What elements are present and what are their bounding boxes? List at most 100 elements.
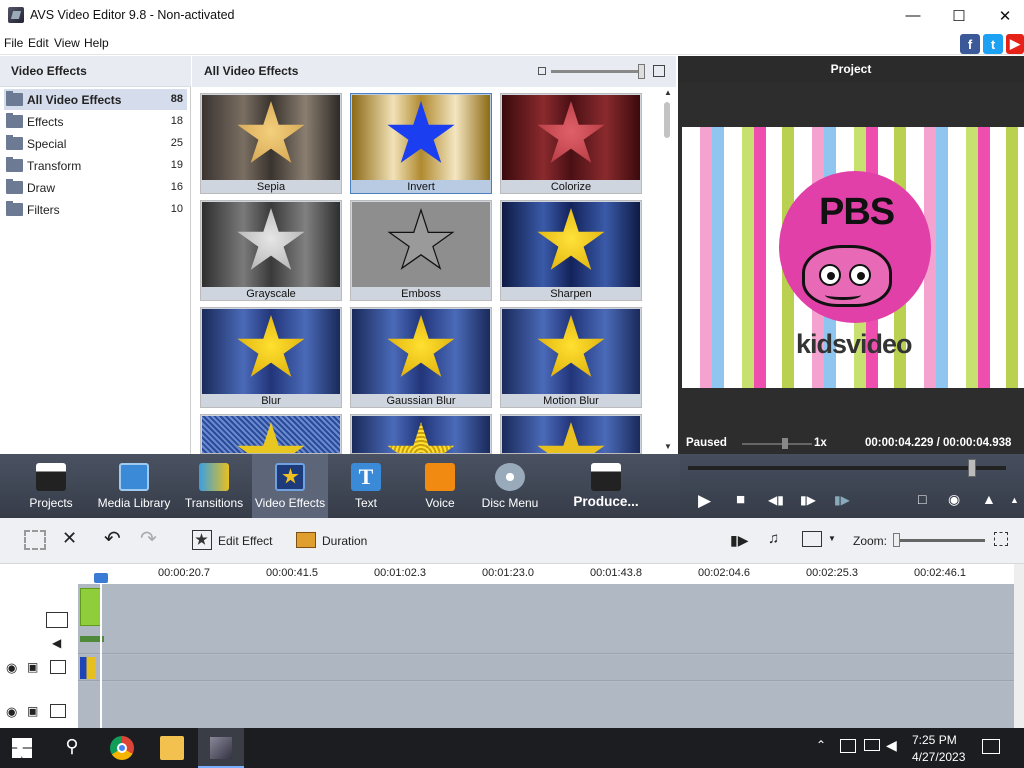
split-clip-icon[interactable]: ▮▶ [730,532,748,549]
playhead-handle[interactable] [94,573,108,583]
edit-effect-button[interactable]: Edit Effect [218,534,272,548]
category-draw[interactable]: Draw 16 [4,177,187,198]
seek-bar[interactable] [688,466,1006,470]
notifications-icon[interactable] [982,739,1000,754]
clock-time[interactable]: 7:25 PM [912,733,957,747]
lock-icon[interactable]: ▣ [27,660,38,674]
menu-file[interactable]: File [4,36,23,50]
visibility-eye-icon[interactable]: ◉ [6,704,17,720]
menu-help[interactable]: Help [84,36,109,50]
timeline-ruler[interactable]: 00:00:20.7 00:00:41.5 00:01:02.3 00:01:2… [78,564,1018,584]
scroll-down-icon[interactable]: ▼ [664,442,672,451]
video-track[interactable] [78,584,1014,654]
twitter-icon[interactable]: t [983,34,1003,54]
close-button[interactable]: ✕ [982,0,1024,31]
maximize-button[interactable]: ☐ [936,0,982,31]
fit-timeline-icon[interactable] [994,532,1008,546]
storyboard-toggle-icon[interactable] [24,530,46,550]
stop-button[interactable]: ■ [736,491,745,508]
effects-track[interactable] [78,655,1014,681]
menu-view[interactable]: View [54,36,80,50]
clock-date[interactable]: 4/27/2023 [912,750,965,764]
disc-menu-button[interactable]: Disc Menu [478,454,542,518]
speed-slider[interactable] [742,443,812,445]
gallery-scrollbar[interactable]: ▲ ▼ [662,88,674,454]
category-special[interactable]: Special 25 [4,133,187,154]
category-transform[interactable]: Transform 19 [4,155,187,176]
redo-icon[interactable]: ↷ [140,526,157,551]
effect-tile-gaussian-blur[interactable]: Gaussian Blur [350,307,492,408]
video-clip[interactable] [80,588,101,626]
windows-start-icon[interactable] [12,738,32,758]
edit-effect-icon[interactable] [192,530,212,550]
category-all-video-effects[interactable]: All Video Effects 88 [4,89,187,110]
timeline-zoom-slider[interactable] [893,539,985,542]
transitions-button[interactable]: Transitions [182,454,246,518]
effect-clip[interactable] [80,657,96,679]
overlay-track[interactable] [78,682,1014,728]
playhead[interactable] [100,578,102,728]
effect-tile-noise[interactable] [200,414,342,454]
effect-tile-sharpen[interactable]: Sharpen [500,200,642,301]
facebook-icon[interactable]: f [960,34,980,54]
effect-tile-blur[interactable]: Blur [200,307,342,408]
duration-button[interactable]: Duration [322,534,367,548]
mute-audio-icon[interactable]: ◀ [52,636,61,650]
video-preview[interactable]: PBS kidsvideo [682,127,1024,388]
visibility-eye-icon[interactable]: ◉ [6,660,17,676]
projects-button[interactable]: Projects [16,454,86,518]
audio-mixer-icon[interactable]: ♫ [768,530,779,547]
effect-tile-invert[interactable]: Invert [350,93,492,194]
network-icon[interactable] [864,739,880,751]
gallery-scroll-thumb[interactable] [664,102,670,138]
effect-tile-emboss[interactable]: Emboss [350,200,492,301]
display-mode-dropdown-icon[interactable]: ▼ [828,534,836,543]
thumbnail-size-slider-handle[interactable] [638,64,645,79]
speaker-icon[interactable]: ◀ [886,737,897,754]
effect-tile-motion-blur[interactable]: Motion Blur [500,307,642,408]
youtube-icon[interactable]: ▶ [1006,34,1024,54]
speed-slider-handle[interactable] [782,438,788,449]
show-hidden-icons[interactable]: ⌃ [816,738,826,752]
split-icon[interactable]: ▮▶ [834,493,850,507]
seek-handle[interactable] [968,459,976,477]
duration-icon[interactable] [296,532,316,548]
search-icon[interactable]: ⚲ [60,736,84,760]
next-frame-button[interactable]: ▮▶ [800,493,816,507]
scroll-up-icon[interactable]: ▲ [664,88,672,97]
security-icon[interactable] [840,739,856,753]
volume-dropdown-icon[interactable]: ▲ [1010,495,1019,505]
thumbnail-large-icon[interactable] [653,65,665,77]
play-button[interactable]: ▶ [698,491,711,511]
produce-button[interactable]: Produce... [566,454,646,518]
snapshot-camera-icon[interactable]: ◉ [948,491,960,508]
volume-icon[interactable]: ▲ [982,491,996,507]
menu-edit[interactable]: Edit [28,36,49,50]
effect-tile-spray[interactable] [350,414,492,454]
effect-tile-grayscale[interactable]: Grayscale [200,200,342,301]
effect-tile-pixelate[interactable] [500,414,642,454]
category-filters[interactable]: Filters 10 [4,199,187,220]
timeline-zoom-handle[interactable] [893,533,900,547]
thumbnail-size-slider[interactable] [551,70,643,73]
previous-frame-button[interactable]: ◀▮ [768,493,784,507]
avs-taskbar-button[interactable] [198,728,244,768]
display-mode-icon[interactable] [802,531,822,547]
file-explorer-icon[interactable] [160,736,184,760]
category-effects[interactable]: Effects 18 [4,111,187,132]
video-effects-button[interactable]: Video Effects [252,454,328,518]
voice-button[interactable]: Voice [408,454,472,518]
timeline-scrollbar[interactable] [1014,564,1024,728]
minimize-button[interactable]: — [890,0,936,31]
thumbnail-small-icon[interactable] [538,67,546,75]
effect-tile-colorize[interactable]: Colorize [500,93,642,194]
undo-icon[interactable]: ↶ [104,526,121,551]
text-button[interactable]: T Text [334,454,398,518]
effect-tile-sepia[interactable]: Sepia [200,93,342,194]
fullscreen-button[interactable]: □ [918,491,926,507]
media-library-button[interactable]: Media Library [96,454,172,518]
delete-icon[interactable]: ✕ [62,528,77,549]
chrome-icon[interactable] [110,736,134,760]
tracks-area[interactable] [78,584,1014,728]
lock-icon[interactable]: ▣ [27,704,38,718]
